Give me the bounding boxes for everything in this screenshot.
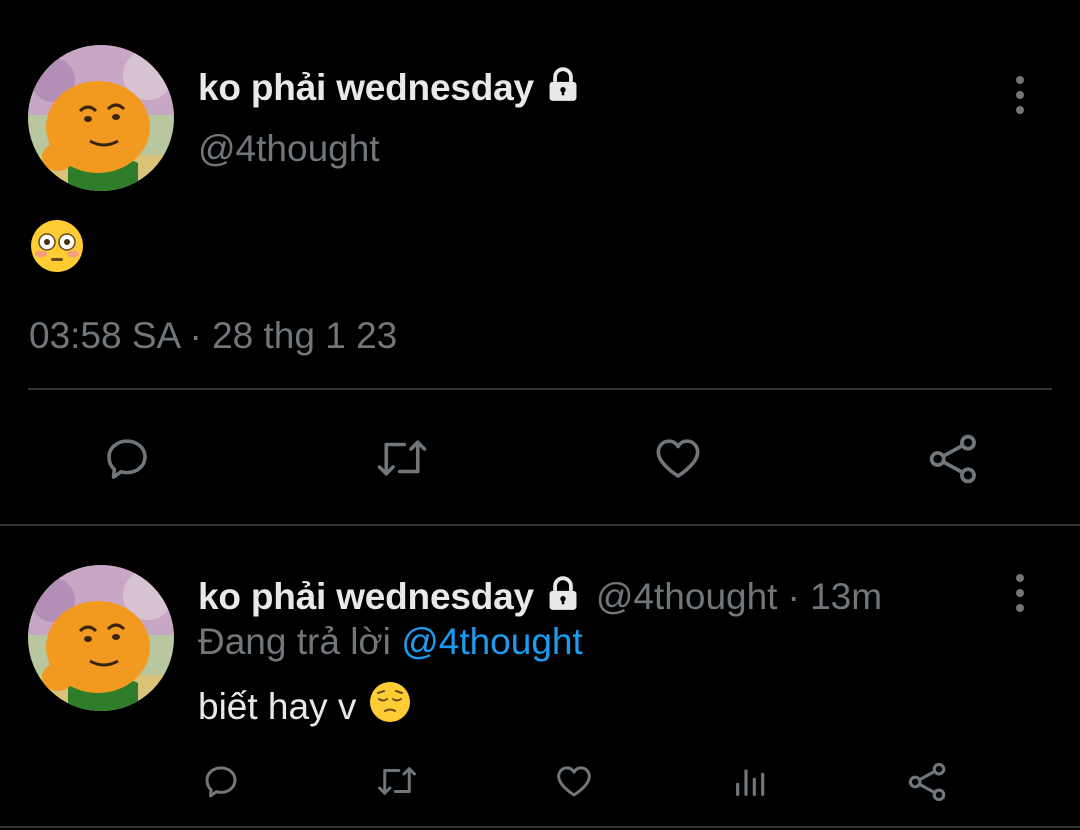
tweet-thread: ko phải wednesday @4thought 03:58 SA · 2…: [0, 0, 1080, 830]
flushed-face-emoji: [29, 218, 85, 279]
lock-icon: [544, 575, 582, 618]
reply-more-options-icon[interactable]: [1008, 572, 1032, 616]
avatar-image: [28, 565, 174, 711]
views-icon[interactable]: [731, 760, 771, 802]
author-name-line: ko phải wednesday: [198, 66, 582, 109]
divider: [0, 524, 1080, 526]
reply-icon[interactable]: [200, 760, 242, 802]
like-icon[interactable]: [651, 431, 705, 485]
display-name[interactable]: ko phải wednesday: [198, 67, 534, 109]
divider: [0, 826, 1080, 828]
replying-mention[interactable]: @4thought: [401, 621, 583, 662]
divider: [28, 388, 1052, 390]
reply-display-name[interactable]: ko phải wednesday: [198, 576, 534, 618]
reply-icon[interactable]: [100, 431, 154, 485]
reply-body: biết hay v: [198, 680, 412, 733]
reply-avatar[interactable]: [28, 565, 174, 711]
lock-icon: [544, 66, 582, 109]
share-icon[interactable]: [926, 431, 982, 487]
pensive-face-emoji: [368, 680, 412, 733]
reply-author-line: ko phải wednesday @4thought · 13m: [198, 575, 882, 618]
retweet-icon[interactable]: [372, 431, 432, 485]
replying-prefix: Đang trả lời: [198, 621, 391, 662]
like-icon[interactable]: [553, 760, 595, 802]
more-options-icon[interactable]: [1008, 74, 1032, 118]
reply-handle[interactable]: @4thought: [596, 576, 778, 618]
reply-text: biết hay v: [198, 685, 357, 727]
avatar[interactable]: [28, 45, 174, 191]
retweet-icon[interactable]: [373, 760, 421, 802]
replying-to-line: Đang trả lời @4thought: [198, 621, 583, 663]
reply-time[interactable]: · 13m: [787, 576, 882, 618]
avatar-image: [28, 45, 174, 191]
handle[interactable]: @4thought: [198, 128, 380, 170]
timestamp[interactable]: 03:58 SA · 28 thg 1 23: [29, 315, 397, 357]
share-icon[interactable]: [906, 760, 950, 804]
